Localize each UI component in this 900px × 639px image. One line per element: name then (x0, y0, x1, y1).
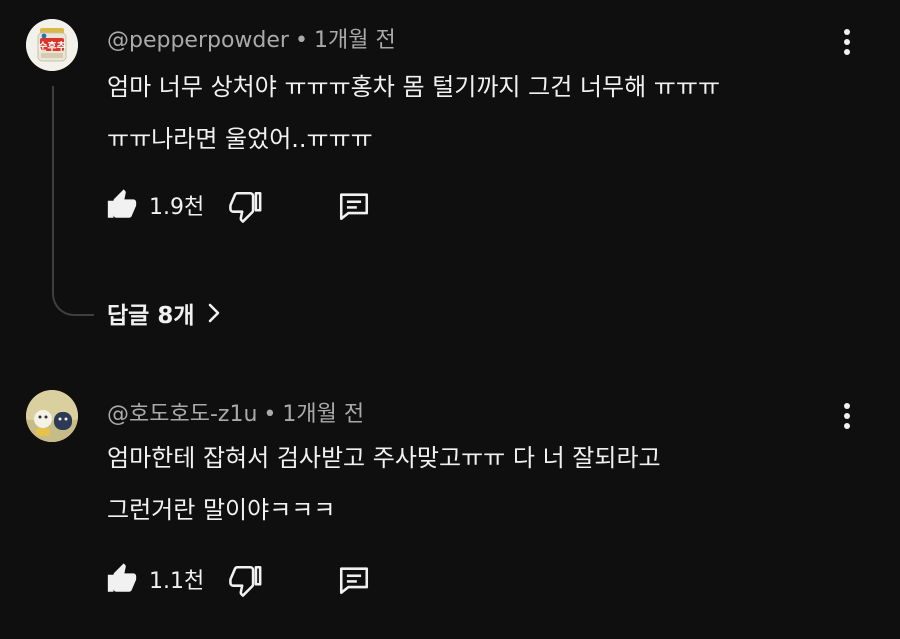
like-count: 1.1천 (149, 569, 205, 594)
view-replies-button[interactable]: 답글 8개 (107, 296, 221, 330)
like-count: 1.9천 (149, 195, 205, 220)
reply-button[interactable] (336, 563, 372, 597)
like-button[interactable]: 1.1천 (105, 562, 204, 596)
comment-text-line: 엄마한테 잡혀서 검사받고 주사맞고ㅠㅠ 다 너 잘되라고 (107, 444, 661, 472)
comment-icon (339, 567, 369, 595)
author-name[interactable]: @호도호도-z1u (107, 402, 257, 427)
meta-separator: • (294, 28, 308, 53)
timestamp: 1개월 전 (282, 402, 365, 427)
cartoon-avatar (26, 390, 78, 442)
thread-connector (52, 86, 94, 316)
comment-icon (339, 193, 369, 221)
reply-button[interactable] (336, 189, 372, 223)
meta-separator: • (263, 402, 277, 427)
thumbs-down-icon (229, 565, 262, 597)
kebab-menu-icon[interactable] (832, 396, 862, 436)
author-name[interactable]: @pepperpowder (107, 28, 289, 53)
thumbs-up-icon (107, 189, 137, 218)
comment-text-line: 엄마 너무 상처야 ㅠㅠㅠ홍차 몸 털기까지 그건 너무해 ㅠㅠㅠ (107, 73, 721, 101)
avatar-label: 순후추 (38, 40, 66, 53)
kebab-menu-icon[interactable] (832, 22, 862, 62)
replies-label: 답글 8개 (107, 303, 195, 329)
like-button[interactable]: 1.9천 (105, 188, 204, 222)
dislike-button[interactable] (229, 189, 263, 223)
comment-text-line: 그런거란 말이야ㅋㅋㅋ (107, 496, 336, 524)
comment-thread: @호도호도-z1u • 1개월 전 엄마한테 잡혀서 검사받고 주사맞고ㅠㅠ 다 너… (0, 380, 900, 639)
thumbs-up-icon (107, 563, 137, 592)
svg-text:순후추: 순후추 (38, 40, 66, 53)
chevron-right-icon (208, 303, 219, 323)
comment-meta: @pepperpowder • 1개월 전 (107, 22, 396, 54)
comment-thread: 순후추 @pepperpowder • 1개월 전 엄마 너무 상처야 ㅠㅠㅠ홍차 … (0, 0, 900, 340)
thumbs-down-icon (229, 191, 262, 223)
dislike-button[interactable] (229, 563, 263, 597)
comment-text-line: ㅠㅠ나라면 울었어..ㅠㅠㅠ (107, 125, 373, 153)
timestamp: 1개월 전 (313, 28, 396, 53)
comment-meta: @호도호도-z1u • 1개월 전 (107, 396, 364, 428)
avatar[interactable] (26, 390, 78, 442)
